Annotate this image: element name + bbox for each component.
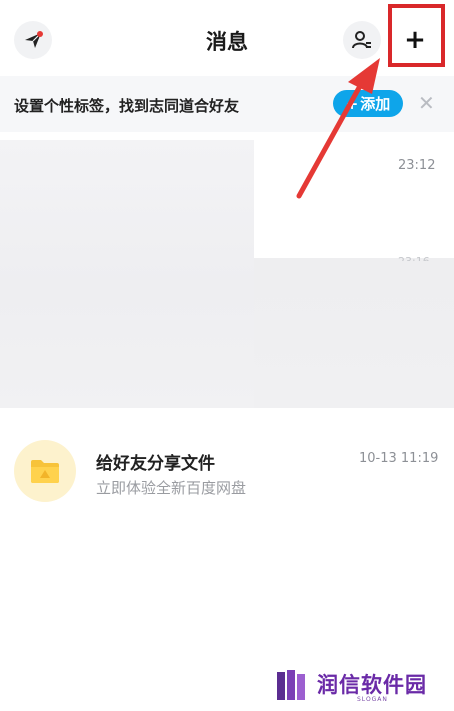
message-subtitle: 立即体验全新百度网盘 xyxy=(96,479,247,497)
watermark-logo-icon xyxy=(277,670,305,700)
blurred-block xyxy=(254,258,454,408)
banner-add-label: 添加 xyxy=(360,95,391,113)
watermark: 润信软件园 SLOGAN xyxy=(275,668,445,706)
message-title: 给好友分享文件 xyxy=(96,454,215,474)
conversation-time: 23:16 xyxy=(398,255,430,261)
plus-small-icon: + xyxy=(345,94,359,113)
message-time: 10-13 11:19 xyxy=(359,451,439,466)
watermark-slogan: SLOGAN xyxy=(357,696,388,703)
tag-banner: 设置个性标签，找到志同道合好友 + 添加 ✕ xyxy=(0,76,454,132)
page-title: 消息 xyxy=(206,30,248,54)
blurred-conversation-list xyxy=(0,140,454,408)
close-icon[interactable]: ✕ xyxy=(418,93,435,113)
list-item[interactable]: 给好友分享文件 立即体验全新百度网盘 10-13 11:19 xyxy=(0,428,454,510)
message-avatar xyxy=(14,440,76,502)
banner-text: 设置个性标签，找到志同道合好友 xyxy=(14,97,240,115)
contacts-button[interactable] xyxy=(343,21,381,59)
watermark-text: 润信软件园 xyxy=(317,673,427,697)
header-bar: 消息 + xyxy=(0,0,454,76)
conversation-time: 23:12 xyxy=(398,158,436,173)
folder-icon xyxy=(31,460,59,483)
banner-add-button[interactable]: + 添加 xyxy=(333,90,403,117)
contacts-icon xyxy=(352,31,371,49)
annotation-highlight-box xyxy=(388,4,445,67)
blurred-block xyxy=(0,140,254,408)
